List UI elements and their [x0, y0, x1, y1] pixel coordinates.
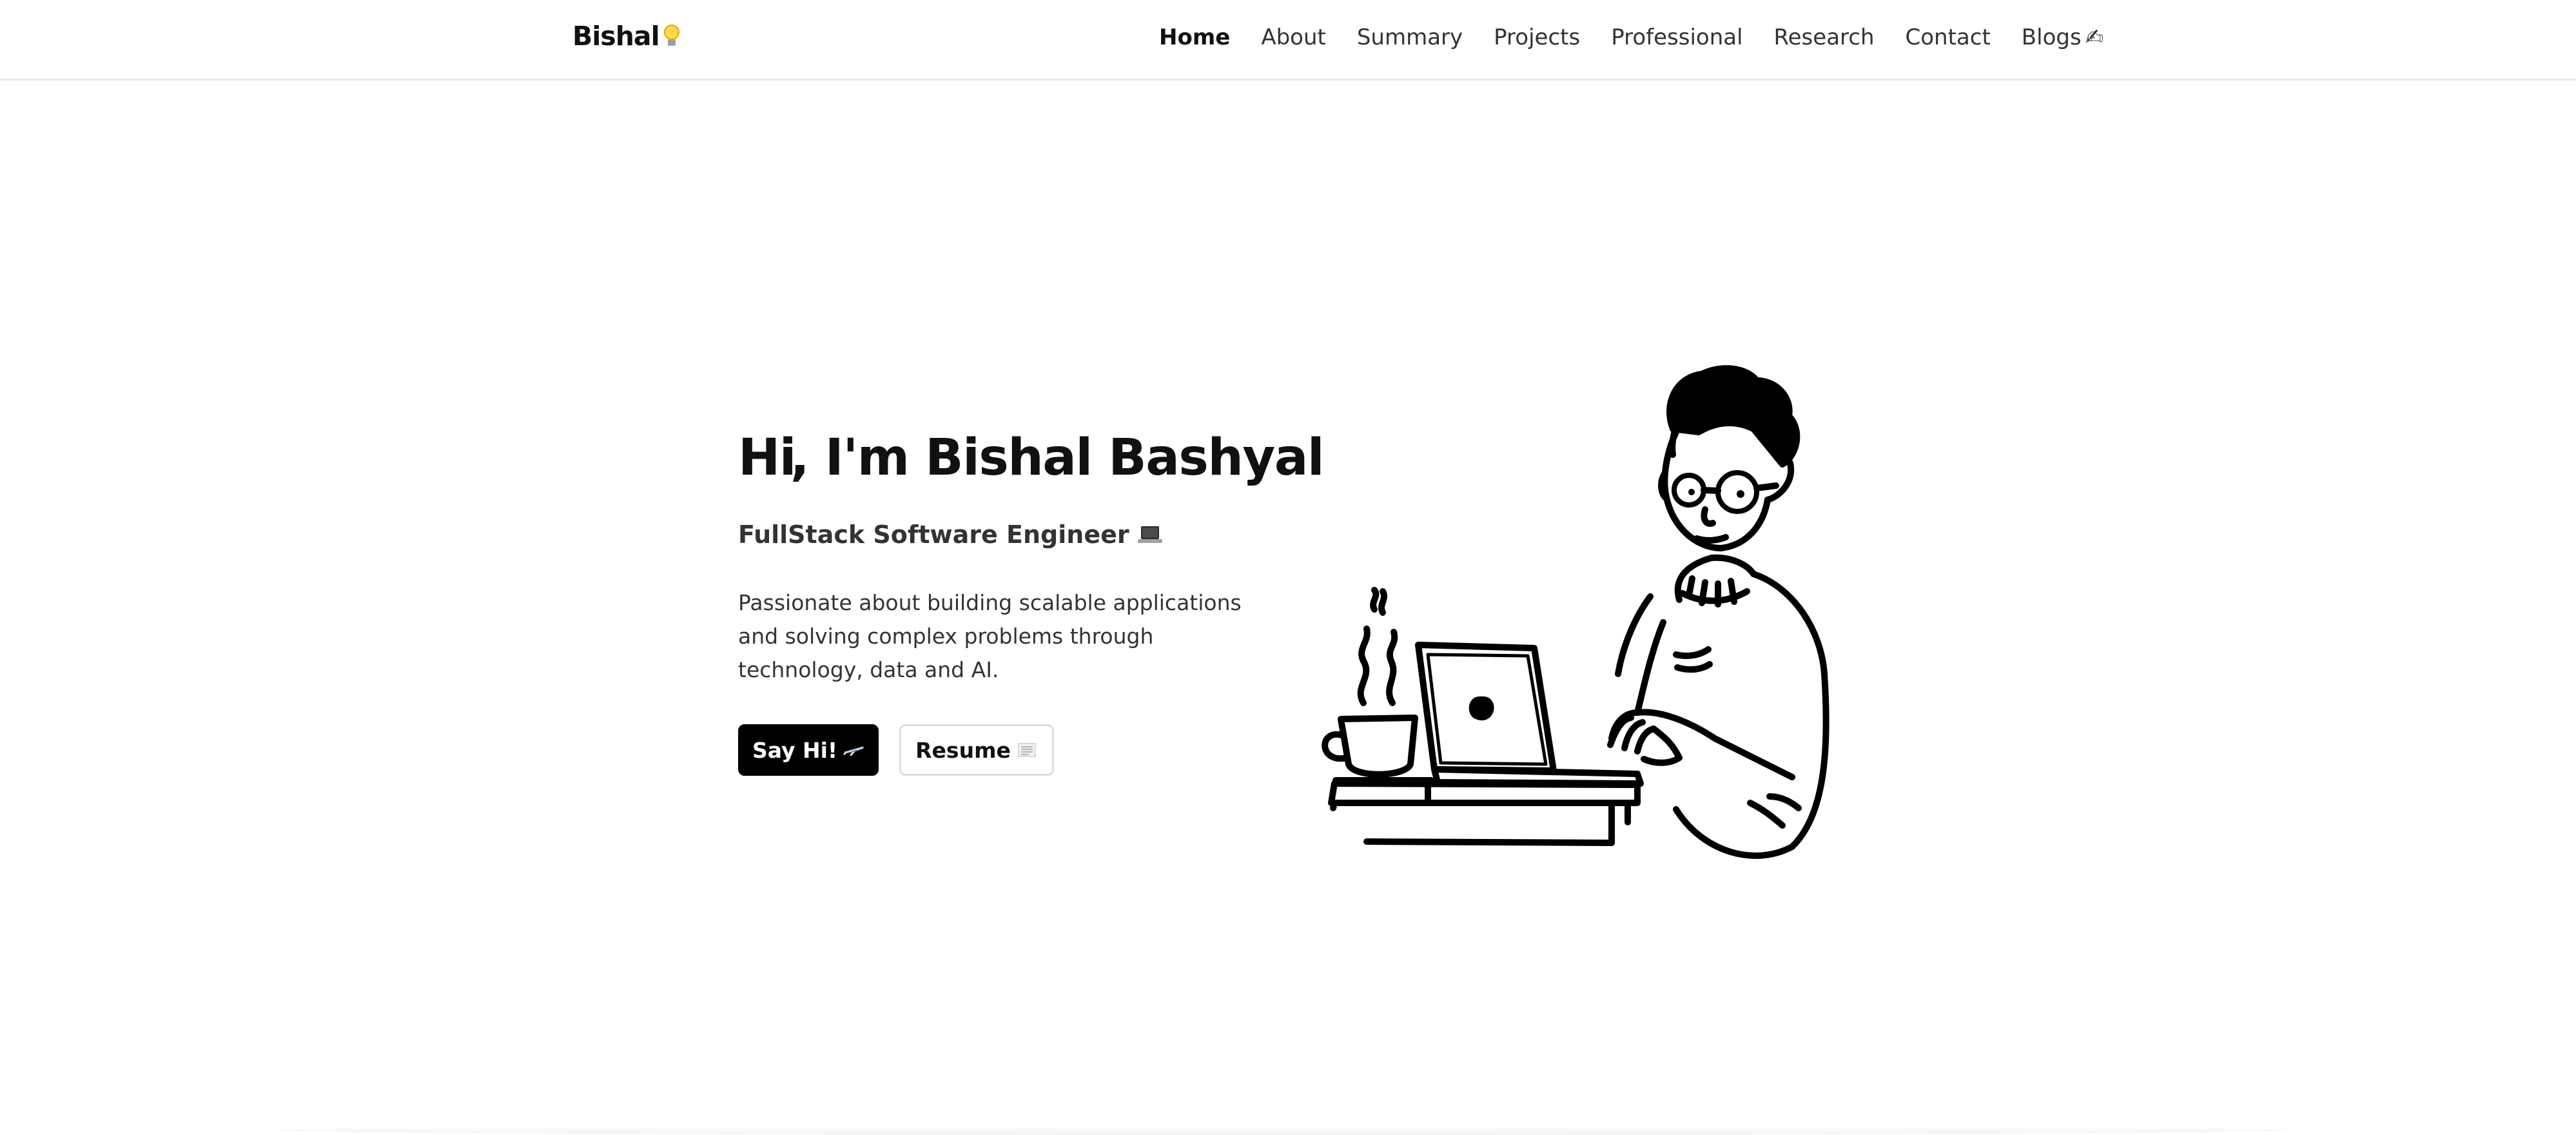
resume-button[interactable]: Resume: [899, 724, 1054, 776]
nav-item-home[interactable]: Home: [1159, 25, 1230, 50]
top-navbar: Bishal Home About Summary Projects Profe…: [0, 0, 2576, 81]
brand-logo[interactable]: Bishal: [572, 21, 680, 52]
lightbulb-icon: [663, 23, 680, 49]
hero-buttons: Say Hi! Resume: [738, 724, 1267, 776]
hero-text: Hi , I'm Bishal Bashyal FullStack Softwa…: [738, 429, 1325, 776]
writing-hand-icon: ✍: [2085, 25, 2104, 50]
laptop: [1415, 642, 1644, 787]
nav-item-blogs-label: Blogs: [2021, 25, 2082, 50]
say-hi-label: Say Hi!: [752, 737, 837, 763]
developer-illustration: [1322, 365, 1830, 859]
nav-menu: Home About Summary Projects Professional…: [1159, 25, 2103, 50]
nav-item-projects[interactable]: Projects: [1494, 25, 1580, 50]
desk: [1328, 780, 1641, 846]
hero-subtitle: FullStack Software Engineer: [738, 520, 1267, 549]
airplane-icon: [843, 746, 864, 756]
nav-item-summary[interactable]: Summary: [1357, 25, 1463, 50]
bottom-shadow: [277, 1125, 2288, 1135]
person-arm: [1607, 709, 1795, 780]
hero-name: , I'm Bishal Bashyal: [790, 429, 1325, 487]
coffee-mug: [1322, 587, 1434, 784]
nav-item-blogs[interactable]: Blogs ✍: [2022, 25, 2103, 50]
hero-subtitle-text: FullStack Software Engineer: [738, 520, 1129, 549]
person-body: [1615, 554, 1830, 859]
nav-item-professional[interactable]: Professional: [1611, 25, 1742, 50]
laptop-icon: [1137, 526, 1162, 543]
hero-title: Hi , I'm Bishal Bashyal: [738, 429, 1325, 487]
hero-greeting: Hi: [738, 429, 797, 487]
brand-name: Bishal: [572, 21, 660, 52]
nav-item-contact[interactable]: Contact: [1906, 25, 1991, 50]
nav-item-about[interactable]: About: [1261, 25, 1326, 50]
person-hair: [1666, 365, 1800, 468]
document-icon: [1018, 743, 1036, 757]
say-hi-button[interactable]: Say Hi!: [738, 724, 879, 776]
hero-description: Passionate about building scalable appli…: [738, 590, 1242, 682]
nav-item-research[interactable]: Research: [1774, 25, 1875, 50]
resume-label: Resume: [915, 737, 1011, 763]
